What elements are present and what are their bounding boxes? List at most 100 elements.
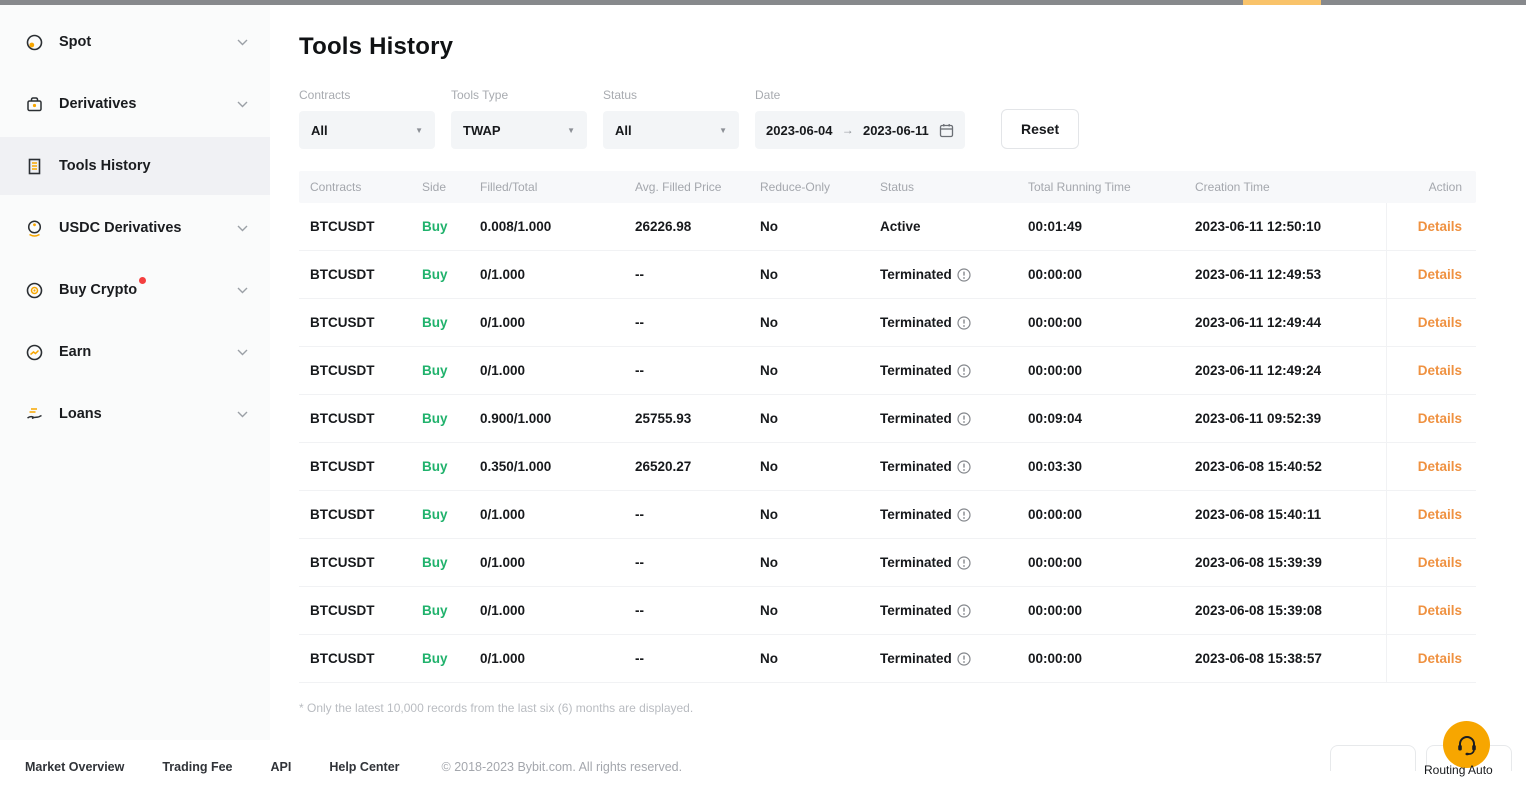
details-link[interactable]: Details bbox=[1418, 267, 1462, 282]
notification-dot bbox=[139, 277, 146, 284]
cell-filled-total: 0.900/1.000 bbox=[469, 411, 624, 426]
cell-reduce-only: No bbox=[749, 459, 869, 474]
cell-avg-filled-price: -- bbox=[624, 267, 749, 282]
page-footer: Market Overview Trading Fee API Help Cen… bbox=[0, 740, 1526, 794]
tools-type-select[interactable]: TWAP ▼ bbox=[451, 111, 587, 149]
info-icon[interactable] bbox=[957, 412, 971, 426]
table-row: BTCUSDT Buy 0/1.000 -- No Terminated 00:… bbox=[299, 299, 1476, 347]
cell-total-running-time: 00:00:00 bbox=[1017, 507, 1184, 522]
details-link[interactable]: Details bbox=[1418, 555, 1462, 570]
cell-side: Buy bbox=[411, 267, 469, 282]
chevron-down-icon bbox=[237, 39, 248, 46]
details-link[interactable]: Details bbox=[1418, 315, 1462, 330]
tools-type-filter-label: Tools Type bbox=[451, 88, 587, 102]
sidebar-item-tools-history[interactable]: Tools History bbox=[0, 137, 270, 195]
reset-button[interactable]: Reset bbox=[1001, 109, 1079, 149]
cell-total-running-time: 00:00:00 bbox=[1017, 315, 1184, 330]
cell-side: Buy bbox=[411, 411, 469, 426]
routing-status[interactable]: Routing Auto bbox=[1424, 763, 1493, 777]
derivatives-icon bbox=[25, 95, 44, 114]
cell-contracts: BTCUSDT bbox=[299, 363, 411, 378]
status-select[interactable]: All ▼ bbox=[603, 111, 739, 149]
footer-link-trading-fee[interactable]: Trading Fee bbox=[162, 760, 232, 774]
details-link[interactable]: Details bbox=[1418, 459, 1462, 474]
table-row: BTCUSDT Buy 0/1.000 -- No Terminated 00:… bbox=[299, 251, 1476, 299]
details-link[interactable]: Details bbox=[1418, 219, 1462, 234]
cell-filled-total: 0/1.000 bbox=[469, 267, 624, 282]
details-link[interactable]: Details bbox=[1418, 507, 1462, 522]
info-icon[interactable] bbox=[957, 604, 971, 618]
footer-link-api[interactable]: API bbox=[271, 760, 292, 774]
cell-side: Buy bbox=[411, 651, 469, 666]
sidebar-item-buy-crypto[interactable]: Buy Crypto bbox=[0, 261, 270, 319]
cell-creation-time: 2023-06-08 15:38:57 bbox=[1184, 651, 1386, 666]
cell-contracts: BTCUSDT bbox=[299, 267, 411, 282]
cell-filled-total: 0/1.000 bbox=[469, 555, 624, 570]
table-row: BTCUSDT Buy 0.900/1.000 25755.93 No Term… bbox=[299, 395, 1476, 443]
cell-action: Details bbox=[1386, 395, 1476, 442]
cell-total-running-time: 00:00:00 bbox=[1017, 267, 1184, 282]
cell-creation-time: 2023-06-11 12:49:24 bbox=[1184, 363, 1386, 378]
footer-link-help-center[interactable]: Help Center bbox=[329, 760, 399, 774]
info-icon[interactable] bbox=[957, 364, 971, 378]
cell-reduce-only: No bbox=[749, 219, 869, 234]
col-header-total-running-time: Total Running Time bbox=[1017, 180, 1184, 194]
details-link[interactable]: Details bbox=[1418, 603, 1462, 618]
col-header-side: Side bbox=[411, 180, 469, 194]
headset-icon bbox=[1454, 732, 1480, 758]
cell-status: Terminated bbox=[869, 603, 1017, 618]
cell-creation-time: 2023-06-11 12:49:44 bbox=[1184, 315, 1386, 330]
cell-contracts: BTCUSDT bbox=[299, 315, 411, 330]
details-link[interactable]: Details bbox=[1418, 363, 1462, 378]
details-link[interactable]: Details bbox=[1418, 651, 1462, 666]
pagination-button[interactable] bbox=[1330, 745, 1416, 771]
cell-contracts: BTCUSDT bbox=[299, 459, 411, 474]
sidebar-item-usdc-derivatives[interactable]: USDC Derivatives bbox=[0, 199, 270, 257]
footer-copyright: © 2018-2023 Bybit.com. All rights reserv… bbox=[442, 760, 683, 774]
info-icon[interactable] bbox=[957, 508, 971, 522]
sidebar-item-label: Earn bbox=[59, 344, 91, 360]
sidebar-item-spot[interactable]: Spot bbox=[0, 13, 270, 71]
status-select-value: All bbox=[615, 123, 632, 138]
info-icon[interactable] bbox=[957, 316, 971, 330]
info-icon[interactable] bbox=[957, 652, 971, 666]
tools-history-icon bbox=[25, 157, 44, 176]
cell-status: Terminated bbox=[869, 411, 1017, 426]
cell-creation-time: 2023-06-08 15:39:08 bbox=[1184, 603, 1386, 618]
cell-filled-total: 0/1.000 bbox=[469, 651, 624, 666]
cell-creation-time: 2023-06-08 15:40:11 bbox=[1184, 507, 1386, 522]
cell-action: Details bbox=[1386, 251, 1476, 298]
details-link[interactable]: Details bbox=[1418, 411, 1462, 426]
date-start-value: 2023-06-04 bbox=[766, 123, 833, 138]
cell-side: Buy bbox=[411, 219, 469, 234]
sidebar-item-label: Derivatives bbox=[59, 96, 136, 112]
table-body: BTCUSDT Buy 0.008/1.000 26226.98 No Acti… bbox=[299, 203, 1476, 683]
contracts-select[interactable]: All ▼ bbox=[299, 111, 435, 149]
info-icon[interactable] bbox=[957, 460, 971, 474]
cell-avg-filled-price: -- bbox=[624, 315, 749, 330]
cell-action: Details bbox=[1386, 203, 1476, 250]
cell-status: Terminated bbox=[869, 267, 1017, 282]
footer-link-market-overview[interactable]: Market Overview bbox=[25, 760, 124, 774]
cell-creation-time: 2023-06-08 15:40:52 bbox=[1184, 459, 1386, 474]
cell-total-running-time: 00:00:00 bbox=[1017, 363, 1184, 378]
earn-icon bbox=[25, 343, 44, 362]
cell-contracts: BTCUSDT bbox=[299, 411, 411, 426]
cell-contracts: BTCUSDT bbox=[299, 603, 411, 618]
info-icon[interactable] bbox=[957, 556, 971, 570]
cell-filled-total: 0/1.000 bbox=[469, 315, 624, 330]
chevron-down-icon bbox=[237, 349, 248, 356]
cell-reduce-only: No bbox=[749, 603, 869, 618]
col-header-contracts: Contracts bbox=[299, 180, 411, 194]
sidebar-item-loans[interactable]: Loans bbox=[0, 385, 270, 443]
table-row: BTCUSDT Buy 0/1.000 -- No Terminated 00:… bbox=[299, 635, 1476, 683]
cell-side: Buy bbox=[411, 315, 469, 330]
info-icon[interactable] bbox=[957, 268, 971, 282]
status-filter: Status All ▼ bbox=[603, 88, 739, 149]
date-range-picker[interactable]: 2023-06-04 → 2023-06-11 bbox=[755, 111, 965, 149]
sidebar-item-derivatives[interactable]: Derivatives bbox=[0, 75, 270, 133]
cell-status: Terminated bbox=[869, 363, 1017, 378]
support-chat-button[interactable] bbox=[1443, 721, 1490, 768]
sidebar-item-earn[interactable]: Earn bbox=[0, 323, 270, 381]
sidebar-item-label: Tools History bbox=[59, 158, 151, 174]
